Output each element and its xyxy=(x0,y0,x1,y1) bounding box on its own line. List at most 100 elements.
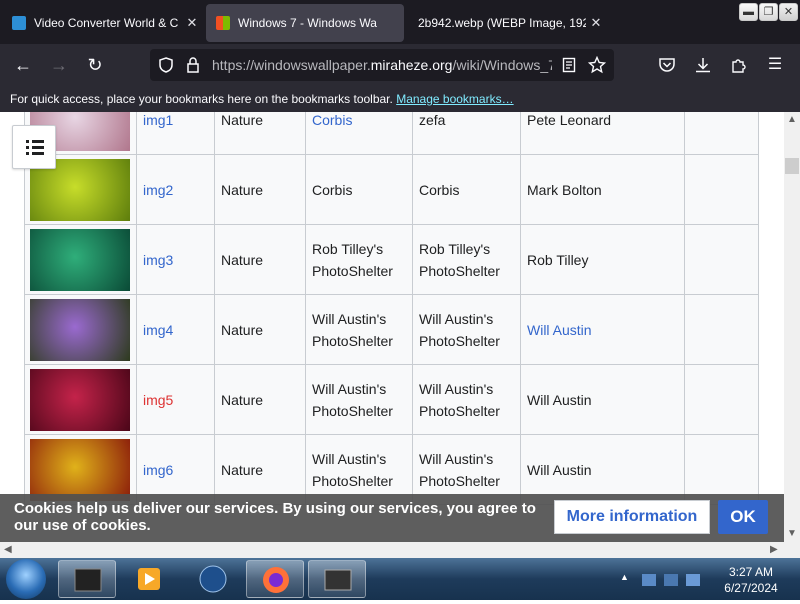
image-name-link[interactable]: img6 xyxy=(143,462,173,478)
source-text: Will Austin's PhotoShelter xyxy=(312,380,393,419)
category-cell: Nature xyxy=(214,154,306,225)
copyright-cell: Will Austin's PhotoShelter xyxy=(412,294,521,365)
empty-cell xyxy=(684,364,759,435)
scroll-left-icon[interactable]: ◀ xyxy=(4,544,12,555)
scrollbar-thumb[interactable] xyxy=(785,158,799,174)
app-window-icon xyxy=(324,569,352,591)
close-window-icon[interactable]: ✕ xyxy=(779,3,798,21)
minimize-icon[interactable]: ▬ xyxy=(739,3,758,21)
photographer-cell: Mark Bolton xyxy=(520,154,685,225)
table-row: img5 Nature Will Austin's PhotoShelter Will… xyxy=(24,364,759,435)
table-row: img2 Nature Corbis Corbis Mark Bolton xyxy=(24,154,759,225)
image-name-link[interactable]: img2 xyxy=(143,182,173,198)
wallpaper-thumbnail[interactable] xyxy=(30,298,130,361)
scroll-right-icon[interactable]: ▶ xyxy=(770,544,778,555)
name-cell: img4 xyxy=(136,294,215,365)
copyright-cell: Rob Tilley's PhotoShelter xyxy=(412,224,521,295)
taskbar-app-window[interactable] xyxy=(308,560,366,598)
copyright-cell: Corbis xyxy=(412,154,521,225)
extensions-icon[interactable] xyxy=(730,56,748,74)
reload-icon[interactable]: ↻ xyxy=(82,52,108,78)
category-cell: Nature xyxy=(214,224,306,295)
shield-icon[interactable] xyxy=(158,57,174,73)
cookie-message: Cookies help us deliver our services. By… xyxy=(14,500,536,534)
close-tab-icon[interactable]: ✕ xyxy=(182,15,202,31)
close-tab-icon[interactable]: ✕ xyxy=(586,15,606,31)
bookmark-star-icon[interactable] xyxy=(588,56,606,74)
media-player-icon xyxy=(138,568,160,590)
start-button[interactable] xyxy=(6,559,46,599)
photographer-text: Will Austin xyxy=(527,391,592,408)
url-bar[interactable]: https://windowswallpaper.miraheze.org/wi… xyxy=(150,49,614,81)
bookmarks-toolbar: For quick access, place your bookmarks h… xyxy=(0,86,800,112)
windows-taskbar: ▲ 3:27 AM 6/27/2024 xyxy=(0,558,800,600)
pocket-icon[interactable] xyxy=(658,56,676,74)
taskbar-app-terminal[interactable] xyxy=(58,560,116,598)
more-information-button[interactable]: More information xyxy=(554,500,710,534)
tab-title: Video Converter World & C xyxy=(34,16,179,30)
empty-cell xyxy=(684,294,759,365)
video-converter-favicon-icon xyxy=(12,16,26,30)
copyright-cell: Will Austin's PhotoShelter xyxy=(412,364,521,435)
table-of-contents-button[interactable] xyxy=(12,125,56,169)
thumbnail-cell xyxy=(24,224,137,295)
name-cell: img2 xyxy=(136,154,215,225)
tab-video-converter[interactable]: Video Converter World & C ✕ xyxy=(2,4,202,42)
list-icon xyxy=(26,140,44,155)
wallpaper-table: img1 Nature Corbis zefa Pete Leonard img2 Natu… xyxy=(24,112,759,505)
wallpaper-thumbnail[interactable] xyxy=(30,438,130,501)
manage-bookmarks-link[interactable]: Manage bookmarks… xyxy=(396,92,513,106)
tab-title: Windows 7 - Windows Wa xyxy=(238,16,377,30)
wallpaper-thumbnail[interactable] xyxy=(30,228,130,291)
horizontal-scrollbar[interactable]: ◀ ▶ xyxy=(0,542,800,558)
browser-tab-strip: Video Converter World & C ✕ Windows 7 - … xyxy=(0,0,800,44)
source-cell: Will Austin's PhotoShelter xyxy=(305,294,413,365)
globe-app-icon xyxy=(199,565,227,593)
name-cell: img3 xyxy=(136,224,215,295)
windows-wallpaper-favicon-icon xyxy=(216,16,230,30)
source-text[interactable]: Corbis xyxy=(312,112,352,128)
wallpaper-thumbnail[interactable] xyxy=(30,368,130,431)
vertical-scrollbar[interactable]: ▲ ▼ xyxy=(784,112,800,542)
tab-title: 2b942.webp (WEBP Image, 192 xyxy=(418,16,586,30)
image-name-link[interactable]: img3 xyxy=(143,252,173,268)
taskbar-app-globe[interactable] xyxy=(184,560,242,598)
table-row: img1 Nature Corbis zefa Pete Leonard xyxy=(24,112,759,155)
source-cell: Will Austin's PhotoShelter xyxy=(305,364,413,435)
photographer-text: Pete Leonard xyxy=(527,112,612,128)
photographer-cell: Pete Leonard xyxy=(520,112,685,155)
lock-icon[interactable] xyxy=(186,57,200,73)
reader-view-icon[interactable] xyxy=(562,57,576,73)
forward-arrow-icon[interactable]: → xyxy=(46,52,72,78)
show-hidden-icons-icon[interactable]: ▲ xyxy=(620,572,629,582)
tab-webp-image[interactable]: 2b942.webp (WEBP Image, 192 ✕ xyxy=(408,4,606,42)
name-cell: img5 xyxy=(136,364,215,435)
tab-windows-7[interactable]: Windows 7 - Windows Wa xyxy=(206,4,404,42)
downloads-icon[interactable] xyxy=(694,56,712,74)
name-cell: img1 xyxy=(136,112,215,155)
thumbnail-cell xyxy=(24,294,137,365)
ok-button[interactable]: OK xyxy=(718,500,768,534)
restore-icon[interactable]: ❐ xyxy=(759,3,778,21)
page-content: img1 Nature Corbis zefa Pete Leonard img2 Natu… xyxy=(0,112,784,542)
back-arrow-icon[interactable]: ← xyxy=(10,52,36,78)
taskbar-app-firefox[interactable] xyxy=(246,560,304,598)
thumbnail-cell xyxy=(24,364,137,435)
taskbar-app-media[interactable] xyxy=(122,560,180,598)
image-name-link[interactable]: img4 xyxy=(143,322,173,338)
photographer-text: Will Austin xyxy=(527,461,592,478)
scroll-up-icon[interactable]: ▲ xyxy=(787,114,797,125)
source-cell: Corbis xyxy=(305,154,413,225)
image-name-link[interactable]: img1 xyxy=(143,112,173,128)
source-text: Will Austin's PhotoShelter xyxy=(312,450,393,489)
system-clock[interactable]: 3:27 AM 6/27/2024 xyxy=(716,564,786,596)
scroll-down-icon[interactable]: ▼ xyxy=(787,528,797,539)
url-text[interactable]: https://windowswallpaper.miraheze.org/wi… xyxy=(212,57,552,73)
hamburger-menu-icon[interactable]: ☰ xyxy=(762,52,788,78)
source-text: Corbis xyxy=(312,181,353,198)
category-cell: Nature xyxy=(214,294,306,365)
image-name-link[interactable]: img5 xyxy=(143,392,173,408)
photographer-text[interactable]: Will Austin xyxy=(527,322,592,338)
source-cell: Rob Tilley's PhotoShelter xyxy=(305,224,413,295)
tray-icons[interactable] xyxy=(640,568,710,592)
